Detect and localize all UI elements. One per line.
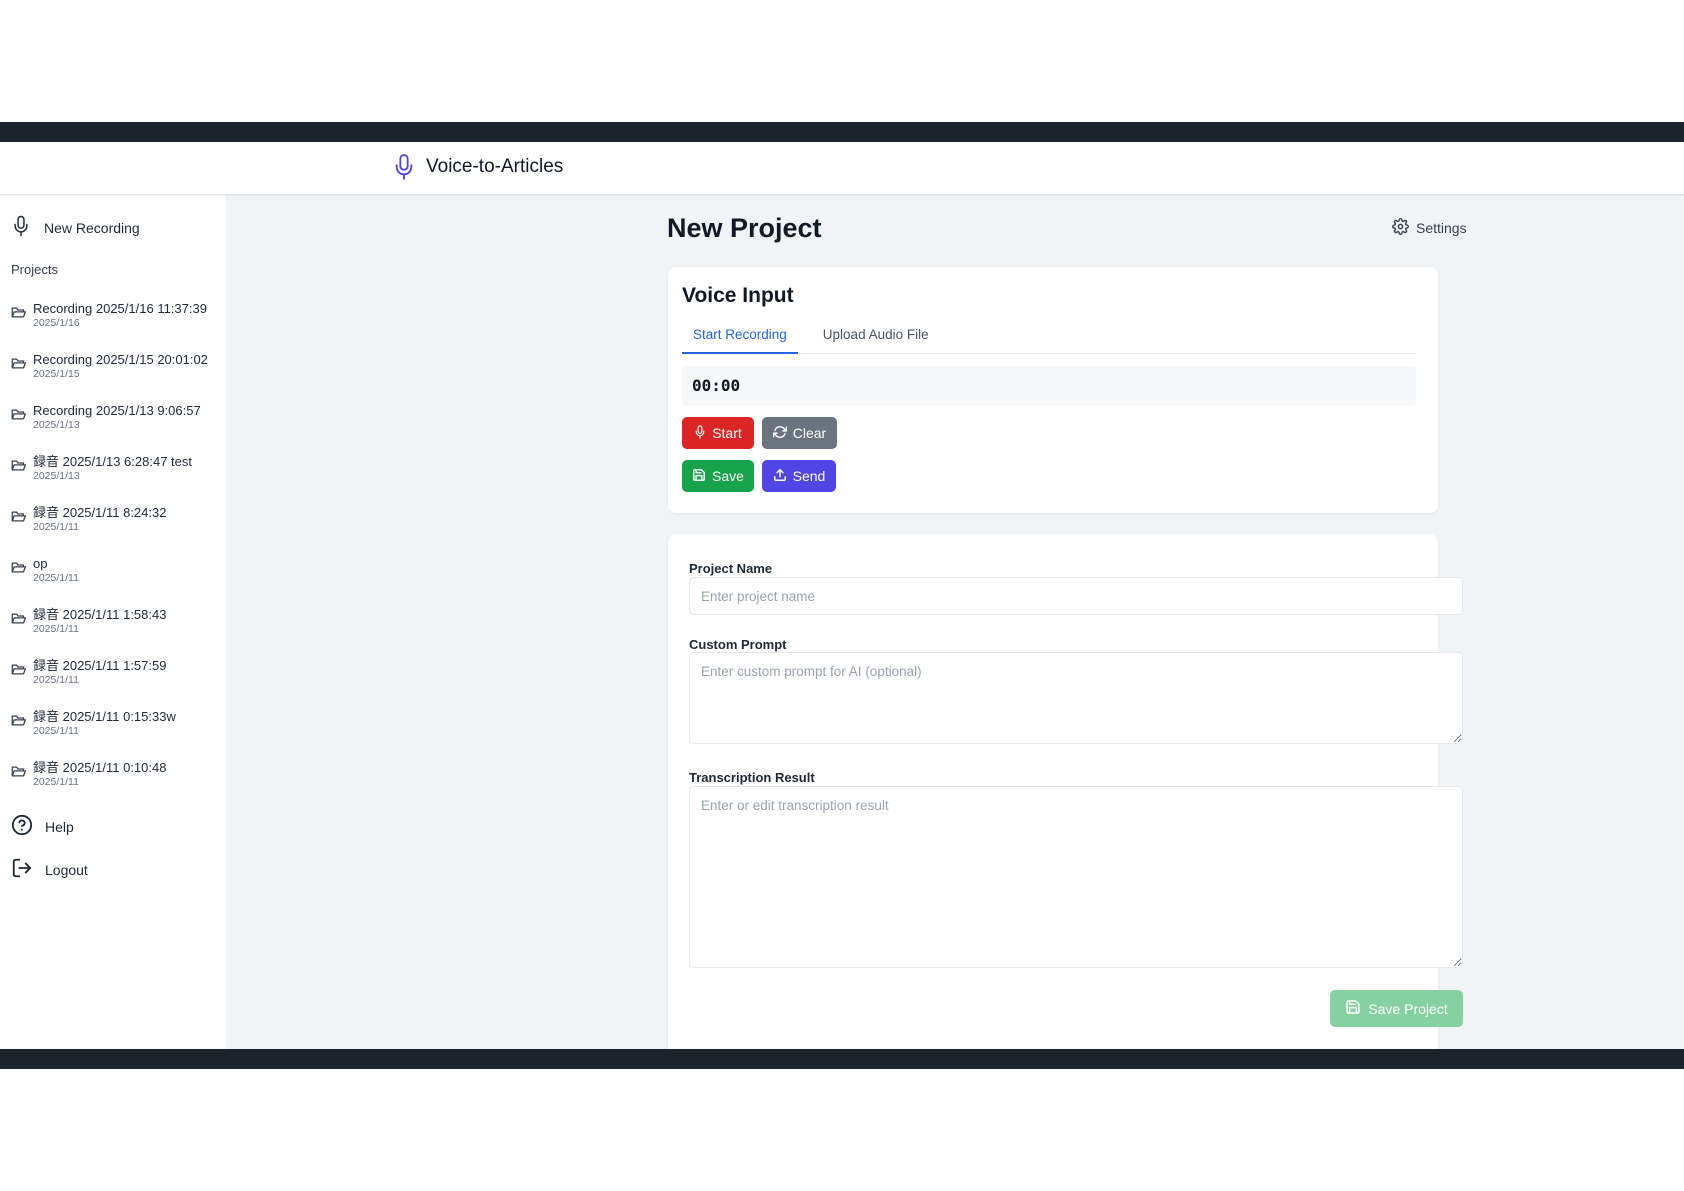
folder-open-icon bbox=[11, 663, 26, 676]
project-name: Recording 2025/1/13 9:06:57 bbox=[33, 403, 201, 418]
custom-prompt-label: Custom Prompt bbox=[689, 637, 787, 652]
projects-heading: Projects bbox=[11, 262, 58, 277]
main-content: New Project Settings Voice Input Start R… bbox=[227, 195, 1684, 1049]
window-frame-bottom-bar bbox=[0, 1049, 1684, 1069]
microphone-icon bbox=[12, 215, 30, 240]
sidebar: New Recording Projects Recording 2025/1/… bbox=[0, 195, 227, 1049]
folder-open-icon bbox=[11, 612, 26, 625]
project-name: 録音 2025/1/11 0:15:33w bbox=[33, 709, 176, 724]
help-link[interactable]: Help bbox=[11, 814, 74, 839]
new-recording-label: New Recording bbox=[44, 219, 140, 236]
microphone-icon bbox=[694, 424, 706, 442]
recording-timer: 00:00 bbox=[682, 366, 1416, 406]
project-name-label: Project Name bbox=[689, 561, 773, 576]
start-button[interactable]: Start bbox=[682, 417, 754, 449]
page-title: New Project bbox=[667, 213, 822, 243]
save-project-button[interactable]: Save Project bbox=[1330, 990, 1463, 1027]
app-window: Voice-to-Articles New Recording Projects… bbox=[0, 142, 1684, 1049]
voice-input-tabs: Start Recording Upload Audio File bbox=[682, 327, 1416, 354]
tab-start-recording[interactable]: Start Recording bbox=[682, 327, 798, 354]
folder-open-icon bbox=[11, 408, 26, 421]
project-name: Recording 2025/1/15 20:01:02 bbox=[33, 352, 208, 367]
project-date: 2025/1/13 bbox=[33, 470, 80, 482]
folder-open-icon bbox=[11, 306, 26, 319]
project-item[interactable]: Recording 2025/1/16 11:37:39 2025/1/16 bbox=[11, 301, 221, 352]
project-name: 録音 2025/1/11 1:57:59 bbox=[33, 658, 167, 673]
project-name: 録音 2025/1/13 6:28:47 test bbox=[33, 454, 192, 469]
project-item[interactable]: Recording 2025/1/15 20:01:02 2025/1/15 bbox=[11, 352, 221, 403]
settings-label: Settings bbox=[1416, 220, 1467, 236]
app-header: Voice-to-Articles bbox=[0, 142, 1684, 195]
microphone-icon bbox=[392, 152, 416, 182]
refresh-icon bbox=[772, 425, 787, 442]
project-date: 2025/1/11 bbox=[33, 725, 79, 737]
voice-input-title: Voice Input bbox=[682, 284, 794, 307]
gear-icon bbox=[1392, 218, 1409, 238]
project-name: op bbox=[33, 556, 48, 571]
transcription-result-textarea[interactable] bbox=[689, 786, 1463, 968]
save-button[interactable]: Save bbox=[682, 460, 754, 492]
project-item[interactable]: 録音 2025/1/11 8:24:32 2025/1/11 bbox=[11, 505, 221, 556]
folder-open-icon bbox=[11, 459, 26, 472]
window-frame-top-bar bbox=[0, 122, 1684, 142]
project-name: 録音 2025/1/11 0:10:48 bbox=[33, 760, 167, 775]
custom-prompt-textarea[interactable] bbox=[689, 652, 1463, 744]
project-name: 録音 2025/1/11 8:24:32 bbox=[33, 505, 167, 520]
save-label: Save bbox=[712, 468, 744, 484]
project-date: 2025/1/15 bbox=[33, 368, 80, 380]
project-item[interactable]: 録音 2025/1/11 1:58:43 2025/1/11 bbox=[11, 607, 221, 658]
transcription-result-label: Transcription Result bbox=[689, 770, 815, 785]
logout-label: Logout bbox=[45, 861, 88, 878]
project-date: 2025/1/13 bbox=[33, 419, 80, 431]
start-label: Start bbox=[712, 425, 742, 441]
clear-button[interactable]: Clear bbox=[762, 417, 837, 449]
project-item[interactable]: 録音 2025/1/13 6:28:47 test 2025/1/13 bbox=[11, 454, 221, 505]
project-form-card: Project Name Custom Prompt Transcription… bbox=[668, 534, 1463, 1049]
folder-open-icon bbox=[11, 765, 26, 778]
save-icon bbox=[692, 468, 706, 485]
folder-open-icon bbox=[11, 714, 26, 727]
logout-link[interactable]: Logout bbox=[11, 857, 88, 882]
settings-button[interactable]: Settings bbox=[1392, 218, 1467, 238]
clear-label: Clear bbox=[792, 425, 827, 441]
folder-open-icon bbox=[11, 357, 26, 370]
project-date: 2025/1/11 bbox=[33, 674, 79, 686]
project-item[interactable]: op 2025/1/11 bbox=[11, 556, 221, 607]
save-project-label: Save Project bbox=[1368, 1000, 1448, 1017]
logout-icon bbox=[11, 857, 33, 882]
voice-input-card: Voice Input Start Recording Upload Audio… bbox=[668, 267, 1438, 513]
help-circle-icon bbox=[11, 814, 33, 839]
upload-icon bbox=[773, 468, 787, 485]
project-item[interactable]: 録音 2025/1/11 0:10:48 2025/1/11 bbox=[11, 760, 221, 811]
project-date: 2025/1/11 bbox=[33, 521, 79, 533]
help-label: Help bbox=[45, 818, 74, 835]
project-date: 2025/1/16 bbox=[33, 317, 80, 329]
project-list: Recording 2025/1/16 11:37:39 2025/1/16 Re… bbox=[11, 301, 221, 811]
project-name: Recording 2025/1/16 11:37:39 bbox=[33, 301, 207, 316]
send-label: Send bbox=[792, 468, 826, 484]
project-item[interactable]: Recording 2025/1/13 9:06:57 2025/1/13 bbox=[11, 403, 221, 454]
folder-open-icon bbox=[11, 561, 26, 574]
project-date: 2025/1/11 bbox=[33, 776, 79, 788]
project-item[interactable]: 録音 2025/1/11 1:57:59 2025/1/11 bbox=[11, 658, 221, 709]
app-title: Voice-to-Articles bbox=[426, 156, 564, 177]
project-name: 録音 2025/1/11 1:58:43 bbox=[33, 607, 167, 622]
project-date: 2025/1/11 bbox=[33, 572, 79, 584]
project-date: 2025/1/11 bbox=[33, 623, 79, 635]
send-button[interactable]: Send bbox=[762, 460, 836, 492]
save-icon bbox=[1345, 999, 1361, 1018]
project-name-input[interactable] bbox=[689, 577, 1463, 615]
new-recording-button[interactable]: New Recording bbox=[12, 215, 140, 240]
tab-upload-audio-file[interactable]: Upload Audio File bbox=[812, 327, 940, 354]
folder-open-icon bbox=[11, 510, 26, 523]
brand[interactable]: Voice-to-Articles bbox=[392, 152, 563, 182]
project-item[interactable]: 録音 2025/1/11 0:15:33w 2025/1/11 bbox=[11, 709, 221, 760]
